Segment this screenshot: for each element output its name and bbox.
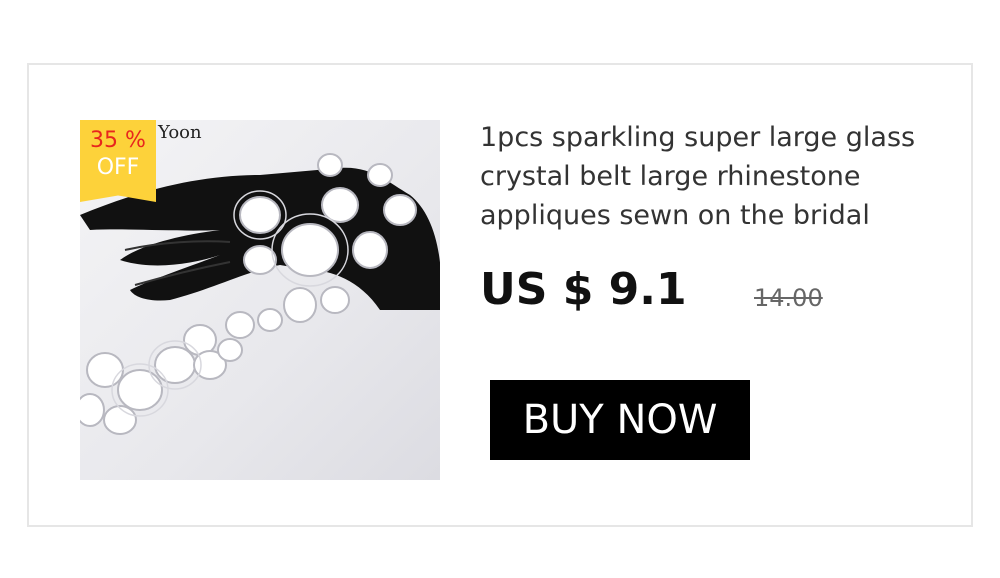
discount-badge: 35 % OFF xyxy=(80,120,156,202)
original-price: 14.00 xyxy=(754,284,823,312)
buy-now-button[interactable]: BUY NOW xyxy=(490,380,750,460)
current-price: US $ 9.1 xyxy=(480,264,687,315)
brand-watermark: Yoon xyxy=(158,122,202,143)
discount-percent: 35 % xyxy=(90,128,146,153)
product-title[interactable]: 1pcs sparkling super large glass crystal… xyxy=(480,118,950,235)
discount-label: OFF xyxy=(96,155,140,180)
